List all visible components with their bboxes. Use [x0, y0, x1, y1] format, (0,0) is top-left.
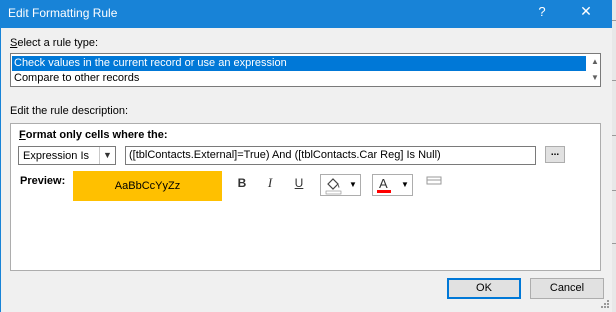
underline-button[interactable]: U	[291, 175, 307, 191]
rule-type-item-compare[interactable]: Compare to other records	[12, 71, 586, 86]
close-button[interactable]: ✕	[574, 3, 598, 23]
rule-type-list[interactable]: Check values in the current record or us…	[10, 53, 601, 87]
background-window-edge	[612, 0, 616, 312]
bold-button[interactable]: B	[234, 175, 250, 191]
format-preview: AaBbCcYyZz	[73, 171, 222, 201]
format-only-label: Format only cells where the:	[19, 129, 168, 141]
font-color-button[interactable]: A ▼	[372, 174, 413, 196]
rule-type-label: Select a rule type:	[10, 37, 99, 49]
paint-bucket-icon	[325, 178, 342, 195]
scroll-up-icon[interactable]: ▲	[590, 55, 600, 69]
expression-input[interactable]: ([tblContacts.External]=True) And ([tblC…	[125, 146, 536, 165]
rule-type-label-rest: elect a rule type:	[17, 37, 99, 49]
cancel-button[interactable]: Cancel	[530, 278, 604, 299]
format-only-label-rest: ormat only cells where the:	[25, 129, 168, 141]
chevron-down-icon[interactable]: ▼	[99, 147, 115, 164]
resize-grip-icon[interactable]	[600, 299, 610, 309]
font-color-chevron-icon[interactable]: ▼	[401, 180, 409, 189]
fill-color-button[interactable]: ▼	[320, 174, 361, 196]
table-format-icon[interactable]	[426, 176, 442, 186]
condition-dropdown[interactable]: Expression Is ▼	[18, 146, 116, 165]
rule-type-item-expression[interactable]: Check values in the current record or us…	[12, 56, 586, 71]
build-expression-button[interactable]: ...	[545, 146, 565, 163]
font-color-swatch	[377, 190, 391, 193]
ok-button[interactable]: OK	[447, 278, 521, 299]
fill-color-chevron-icon[interactable]: ▼	[349, 180, 357, 189]
condition-dropdown-value: Expression Is	[23, 150, 90, 162]
title-bar: Edit Formatting Rule ? ✕	[0, 0, 612, 28]
help-button[interactable]: ?	[532, 4, 552, 22]
preview-label: Preview:	[20, 175, 66, 187]
scroll-down-icon[interactable]: ▼	[590, 71, 600, 85]
font-color-letter: A	[379, 176, 388, 191]
window-title: Edit Formatting Rule	[8, 6, 118, 20]
italic-button[interactable]: I	[262, 175, 278, 191]
description-label: Edit the rule description:	[10, 105, 129, 117]
